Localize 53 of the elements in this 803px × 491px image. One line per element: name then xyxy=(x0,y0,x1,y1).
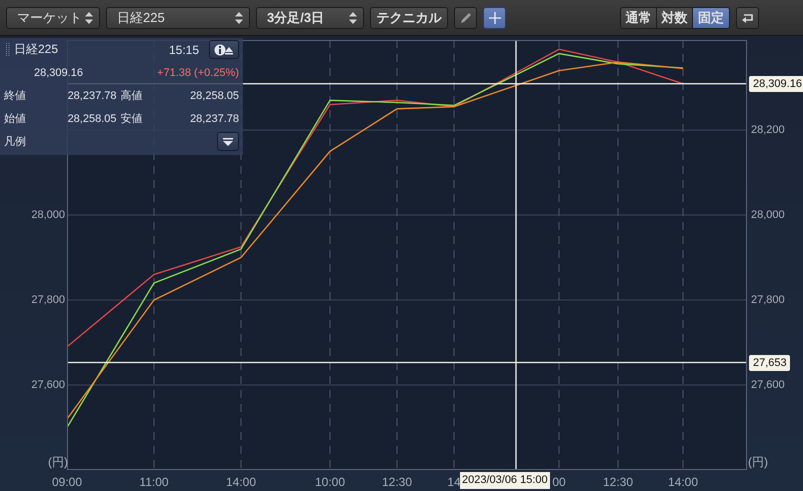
legend-label: 凡例 xyxy=(4,135,26,149)
axis-label: 09:00 xyxy=(52,474,82,490)
axis-label: 14 xyxy=(447,474,461,490)
field-label: 安値 xyxy=(120,112,144,126)
scale-mode-tab[interactable]: 通常 xyxy=(621,8,657,28)
axis-label: 12:30 xyxy=(382,474,412,490)
info-button[interactable] xyxy=(209,40,239,59)
axis-label: 28,000 xyxy=(751,208,785,224)
axis-label: 00 xyxy=(552,474,566,490)
unit-label: (円) xyxy=(748,454,768,471)
axis-label: 10:00 xyxy=(314,474,346,490)
field-value: 28,258.05 xyxy=(66,112,116,124)
price-tag: 27,653 xyxy=(749,354,790,370)
field-value: 28,237.78 xyxy=(66,90,116,102)
axis-label: 27,600 xyxy=(31,378,65,394)
plus-icon xyxy=(488,10,502,24)
up-down-caret-icon xyxy=(349,12,357,24)
axis-label: 12:30 xyxy=(602,474,634,490)
pencil-icon xyxy=(458,10,472,24)
legend-toggle-button[interactable] xyxy=(217,132,239,151)
up-down-caret-icon xyxy=(235,12,243,24)
dropdown-select[interactable]: マーケット xyxy=(6,6,100,28)
unit-label: (円) xyxy=(48,454,68,471)
axis-label: 27,800 xyxy=(751,293,785,308)
axis-label: 27,800 xyxy=(31,293,65,308)
field-value: 28,258.05 xyxy=(189,90,239,102)
price-tag: 28,309.16 xyxy=(749,76,803,92)
axis-label: 14:00 xyxy=(668,474,698,490)
up-down-caret-icon xyxy=(85,12,93,24)
return-arrow-icon xyxy=(740,12,754,24)
dropdown-select[interactable]: 3分足/3日 xyxy=(256,6,364,28)
field-label: 終値 xyxy=(4,89,27,103)
axis-label: 27,600 xyxy=(751,378,785,394)
symbol-name: 日経225 xyxy=(14,41,60,58)
field-value: 28,237.78 xyxy=(189,112,239,124)
axis-label: 14:00 xyxy=(226,474,256,490)
technical-button[interactable]: テクニカル xyxy=(370,6,448,28)
info-icon xyxy=(214,44,234,56)
dropdown-select[interactable]: 日経225 xyxy=(106,6,250,28)
undo-button[interactable] xyxy=(736,6,759,28)
pencil-button[interactable] xyxy=(454,6,477,28)
axis-label: 28,000 xyxy=(31,208,65,224)
time-label: 15:15 xyxy=(168,42,199,56)
dropdown-icon xyxy=(223,138,233,146)
field-label: 高値 xyxy=(120,88,144,103)
axis-label: 11:00 xyxy=(139,474,169,490)
axis-label: 28,200 xyxy=(751,123,785,138)
price-change: +71.38 (+0.25%) xyxy=(157,66,239,78)
crosshair-button[interactable] xyxy=(483,6,506,28)
time-tooltip: 2023/03/06 15:00 xyxy=(460,472,550,489)
field-label: 始値 xyxy=(4,112,27,126)
drag-handle-icon xyxy=(6,42,10,56)
price-value: 28,309.16 xyxy=(34,66,83,78)
